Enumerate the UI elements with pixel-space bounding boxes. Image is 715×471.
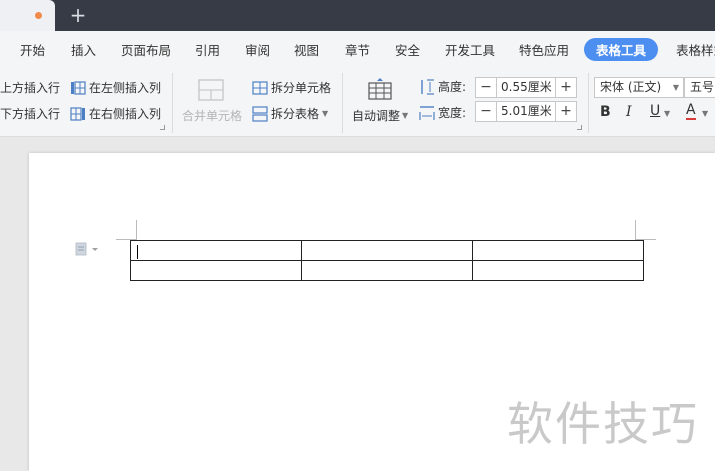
text-cursor [137, 244, 138, 259]
table-row [130, 260, 644, 281]
col-width-icon [419, 105, 435, 120]
merge-cells-icon [198, 79, 224, 101]
toolbar-separator [588, 73, 589, 133]
insert-row-above-label: 上方插入行 [0, 81, 61, 95]
document-table[interactable] [130, 240, 644, 281]
row-height-increase-button[interactable]: + [556, 78, 576, 97]
split-table-button[interactable]: 拆分表格 ▼ [252, 105, 328, 122]
split-table-icon [252, 105, 268, 122]
col-width-decrease-button[interactable]: − [476, 102, 496, 121]
font-name-value: 宋体 (正文) [600, 80, 662, 94]
font-name-select[interactable]: 宋体 (正文) ▼ [594, 77, 684, 98]
menu-security[interactable]: 安全 [395, 40, 420, 59]
split-cells-label: 拆分单元格 [271, 81, 332, 95]
insert-col-left-icon [71, 80, 86, 95]
margin-mark [136, 220, 137, 240]
menu-bar: 开始 插入 页面布局 引用 审阅 视图 章节 安全 开发工具 特色应用 表格工具… [0, 31, 715, 67]
row-height-label: 高度: [438, 80, 467, 94]
row-height-stepper: − 0.55厘米 + [475, 77, 577, 98]
table-cell[interactable] [130, 260, 302, 281]
font-size-select[interactable]: 五号 [684, 77, 715, 98]
insert-row-below-label: 下方插入行 [0, 107, 61, 121]
underline-dropdown-icon[interactable]: ▼ [664, 109, 670, 118]
menu-insert[interactable]: 插入 [71, 40, 96, 59]
col-width-stepper: − 5.01厘米 + [475, 101, 577, 122]
menu-section[interactable]: 章节 [345, 40, 370, 59]
insert-row-above-button[interactable]: 上方插入行 [0, 79, 60, 96]
merge-cells-label: 合并单元格 [182, 109, 243, 123]
bold-icon[interactable]: B [600, 104, 611, 120]
table-cell[interactable] [130, 240, 302, 261]
toolbar-separator [172, 73, 173, 133]
group-expand-icon[interactable] [160, 125, 165, 130]
auto-fit-dropdown-icon: ▼ [402, 111, 409, 120]
table-cell[interactable] [472, 260, 644, 281]
font-color-icon[interactable]: A [686, 103, 696, 120]
col-width-label: 宽度: [438, 106, 467, 120]
group-expand-icon[interactable] [577, 125, 582, 130]
row-height-decrease-button[interactable]: − [476, 78, 496, 97]
table-cell[interactable] [472, 240, 644, 261]
menu-review[interactable]: 审阅 [245, 40, 270, 59]
unsaved-dot-icon [35, 12, 42, 19]
row-height-icon [421, 78, 434, 95]
menu-table-style[interactable]: 表格样式 [676, 40, 715, 59]
auto-fit-icon [368, 78, 392, 100]
col-width-control: 宽度: [419, 104, 466, 121]
paragraph-menu-icon[interactable] [75, 242, 99, 256]
title-bar: + [0, 0, 715, 31]
col-width-input[interactable]: 5.01厘米 [496, 102, 556, 121]
table-cell[interactable] [301, 240, 473, 261]
row-height-control: 高度: [419, 78, 466, 95]
ribbon-toolbar: 上方插入行 下方插入行 在左侧插入列 在右侧插入列 合并单元格 拆分单元格 拆分… [0, 67, 715, 137]
insert-row-below-button[interactable]: 下方插入行 [0, 105, 60, 122]
underline-icon[interactable]: U [650, 103, 660, 119]
table-row [130, 240, 644, 261]
split-table-dropdown-icon: ▼ [322, 109, 329, 118]
menu-page-layout[interactable]: 页面布局 [121, 40, 171, 59]
split-table-label: 拆分表格 [271, 107, 320, 121]
merge-cells-button[interactable]: 合并单元格 [182, 107, 242, 124]
insert-col-right-button[interactable]: 在右侧插入列 [70, 105, 161, 122]
split-cells-icon [252, 80, 268, 95]
italic-icon[interactable]: I [626, 104, 632, 120]
font-name-dropdown-icon: ▼ [672, 83, 679, 92]
font-color-dropdown-icon[interactable]: ▼ [702, 109, 708, 118]
split-cells-button[interactable]: 拆分单元格 [252, 79, 331, 96]
menu-developer[interactable]: 开发工具 [445, 40, 495, 59]
toolbar-separator [342, 73, 343, 133]
table-cell[interactable] [301, 260, 473, 281]
insert-col-left-label: 在左侧插入列 [89, 81, 162, 95]
document-tab[interactable] [0, 0, 55, 31]
new-tab-plus-icon[interactable]: + [66, 3, 90, 27]
margin-mark [635, 220, 636, 240]
insert-col-right-label: 在右侧插入列 [89, 107, 162, 121]
insert-col-left-button[interactable]: 在左侧插入列 [70, 79, 161, 96]
auto-fit-button[interactable]: 自动调整 ▼ [352, 107, 408, 124]
col-width-increase-button[interactable]: + [556, 102, 576, 121]
watermark-text: 软件技巧 [507, 397, 699, 451]
menu-special[interactable]: 特色应用 [519, 40, 569, 59]
auto-fit-label: 自动调整 [352, 109, 401, 123]
menu-home[interactable]: 开始 [20, 40, 45, 59]
menu-view[interactable]: 视图 [294, 40, 319, 59]
insert-col-right-icon [70, 106, 85, 121]
menu-table-tools[interactable]: 表格工具 [584, 38, 659, 61]
font-size-value: 五号 [690, 80, 715, 94]
row-height-input[interactable]: 0.55厘米 [496, 78, 556, 97]
menu-references[interactable]: 引用 [195, 40, 220, 59]
